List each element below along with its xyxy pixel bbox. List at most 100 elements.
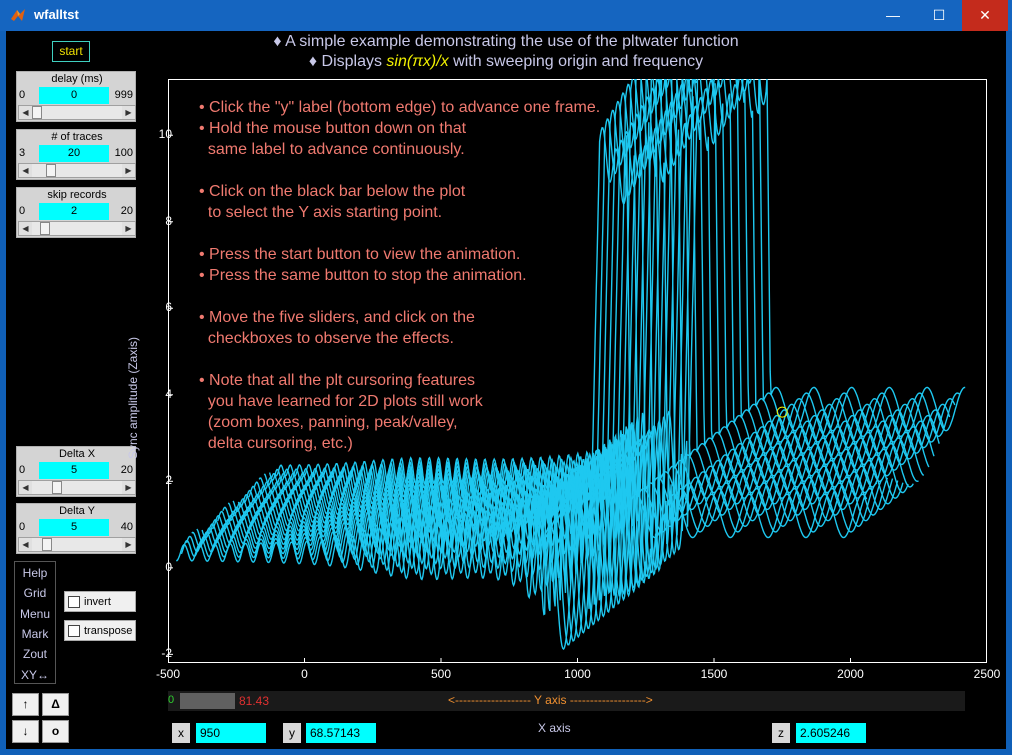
header-formula: sin(πx)/x <box>386 53 449 70</box>
slider-label: Delta X <box>58 448 96 460</box>
x-tick-label: 1000 <box>564 667 591 681</box>
header-line-2: ♦ Displays sin(πx)/x with sweeping origi… <box>6 53 1006 71</box>
slider-max: 20 <box>120 205 133 217</box>
slider-label: skip records <box>47 189 107 201</box>
slider-min: 3 <box>19 147 26 159</box>
slider-min: 0 <box>19 89 26 101</box>
ybar-y-axis-text[interactable]: <------------------- Y axis ------------… <box>448 693 653 707</box>
x-tick-label: 1500 <box>700 667 728 681</box>
slider-2: skip records 0 20 2 ◀ ▶ <box>16 187 136 238</box>
ybar-value: 81.43 <box>239 694 270 708</box>
header-line-2-suffix: with sweeping origin and frequency <box>448 53 704 70</box>
instruction-line: to select the Y axis starting point. <box>199 204 443 221</box>
slider-min: 0 <box>19 464 26 476</box>
slider-min: 0 <box>19 205 26 217</box>
matlab-icon <box>11 9 25 21</box>
transpose-checkbox[interactable]: transpose <box>64 620 136 641</box>
o-button[interactable]: o <box>42 720 69 743</box>
menu-item-help[interactable]: Help <box>15 566 55 580</box>
x-readout-value[interactable]: 950 <box>196 723 266 743</box>
menu-item-menu[interactable]: Menu <box>15 607 55 621</box>
instruction-line: • Press the same button to stop the anim… <box>199 267 527 284</box>
slider-label: # of traces <box>51 131 103 143</box>
x-tick-label: -500 <box>155 667 181 681</box>
transpose-checkbox-box[interactable] <box>68 625 80 637</box>
delta-button[interactable]: Δ <box>42 693 69 716</box>
y-axis-bar[interactable]: 0 81.43 <------------------- Y axis ----… <box>168 691 965 711</box>
slider-right-arrow-icon[interactable]: ▶ <box>122 538 135 551</box>
menu-item-zout[interactable]: Zout <box>15 647 55 661</box>
instruction-line: checkboxes to observe the effects. <box>199 330 454 347</box>
slider-track[interactable]: ◀ ▶ <box>18 221 136 236</box>
invert-checkbox-box[interactable] <box>68 596 80 608</box>
slider-track[interactable]: ◀ ▶ <box>18 105 136 120</box>
slider-max: 20 <box>120 464 133 476</box>
x-tick-label: 0 <box>301 667 308 681</box>
slider-0: delay (ms) 0 999 0 ◀ ▶ <box>16 71 136 122</box>
slider-max: 40 <box>120 521 133 533</box>
z-readout-label[interactable]: z <box>772 723 790 743</box>
y-readout-value[interactable]: 68.57143 <box>306 723 376 743</box>
slider-max: 100 <box>114 147 133 159</box>
slider-1: # of traces 3 100 20 ◀ ▶ <box>16 129 136 180</box>
down-arrow-button[interactable]: ↓ <box>12 720 39 743</box>
slider-left-arrow-icon[interactable]: ◀ <box>19 538 32 551</box>
slider-thumb[interactable] <box>40 222 50 235</box>
x-tick-label: 500 <box>430 667 452 681</box>
y-tick-label: 2 <box>165 473 172 488</box>
header-line-2-prefix: ♦ Displays <box>308 53 387 70</box>
x-readout-label[interactable]: x <box>172 723 190 743</box>
minimize-button[interactable]: — <box>870 0 916 31</box>
maximize-button[interactable]: ☐ <box>916 0 962 31</box>
instruction-line: • Click on the black bar below the plot <box>199 183 466 200</box>
x-axis-label[interactable]: X axis <box>538 721 571 735</box>
plt-menu-box: Help Grid Menu Mark Zout XY↔ <box>14 561 56 684</box>
slider-left-arrow-icon[interactable]: ◀ <box>19 106 32 119</box>
close-button[interactable]: ✕ <box>962 0 1008 31</box>
up-arrow-button[interactable]: ↑ <box>12 693 39 716</box>
ybar-zero-label: 0 <box>168 694 175 706</box>
instruction-line: (zoom boxes, panning, peak/valley, <box>199 414 458 431</box>
slider-thumb[interactable] <box>46 164 57 177</box>
slider-left-arrow-icon[interactable]: ◀ <box>19 164 32 177</box>
z-readout-value[interactable]: 2.605246 <box>796 723 866 743</box>
slider-value-field[interactable]: 20 <box>39 145 109 162</box>
invert-checkbox-label: invert <box>84 596 111 608</box>
slider-value-field[interactable]: 5 <box>39 462 109 479</box>
slider-value-field[interactable]: 0 <box>39 87 109 104</box>
slider-right-arrow-icon[interactable]: ▶ <box>122 106 135 119</box>
slider-left-arrow-icon[interactable]: ◀ <box>19 222 32 235</box>
instruction-line: • Hold the mouse button down on that <box>199 120 467 137</box>
menu-item-mark[interactable]: Mark <box>15 627 55 641</box>
slider-4: Delta Y 0 40 5 ◀ ▶ <box>16 503 136 554</box>
slider-right-arrow-icon[interactable]: ▶ <box>122 481 135 494</box>
y-tick-label: 6 <box>165 300 172 315</box>
instruction-line: delta cursoring, etc.) <box>199 435 353 452</box>
instruction-line: same label to advance continuously. <box>199 141 465 158</box>
slider-right-arrow-icon[interactable]: ▶ <box>122 222 135 235</box>
slider-label: delay (ms) <box>51 73 103 85</box>
waterfall-plot[interactable] <box>168 79 987 663</box>
slider-thumb[interactable] <box>52 481 62 494</box>
slider-max: 999 <box>114 89 133 101</box>
slider-value-field[interactable]: 5 <box>39 519 109 536</box>
slider-right-arrow-icon[interactable]: ▶ <box>122 164 135 177</box>
slider-min: 0 <box>19 521 26 533</box>
slider-track[interactable]: ◀ ▶ <box>18 537 136 552</box>
y-readout-label[interactable]: y <box>283 723 301 743</box>
menu-item-xy[interactable]: XY↔ <box>15 668 55 682</box>
instruction-line: • Press the start button to view the ani… <box>199 246 521 263</box>
slider-track[interactable]: ◀ ▶ <box>18 163 136 178</box>
invert-checkbox[interactable]: invert <box>64 591 136 612</box>
x-tick-label: 2500 <box>973 667 1001 681</box>
start-button[interactable]: start <box>52 41 90 62</box>
slider-thumb[interactable] <box>42 538 52 551</box>
slider-thumb[interactable] <box>32 106 42 119</box>
menu-item-grid[interactable]: Grid <box>15 586 55 600</box>
slider-value-field[interactable]: 2 <box>39 203 109 220</box>
ybar-position-block[interactable] <box>180 693 235 709</box>
slider-track[interactable]: ◀ ▶ <box>18 480 136 495</box>
y-axis-label[interactable]: Sync amplitude (Zaxis) <box>126 337 140 459</box>
instruction-line: • Move the five sliders, and click on th… <box>199 309 475 326</box>
slider-left-arrow-icon[interactable]: ◀ <box>19 481 32 494</box>
